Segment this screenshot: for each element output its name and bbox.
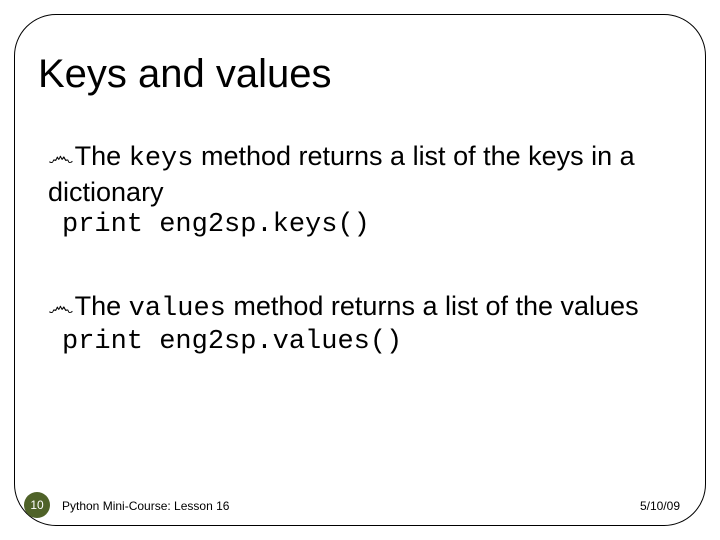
- inline-code: keys: [129, 144, 194, 174]
- bullet-item: ෴The values method returns a list of the…: [48, 290, 678, 359]
- slide-body: ෴The keys method returns a list of the k…: [48, 140, 678, 407]
- footer-date: 5/10/09: [640, 499, 680, 513]
- text-pre: The: [75, 291, 129, 321]
- bullet-icon: ෴: [48, 140, 74, 173]
- footer-course: Python Mini-Course: Lesson 16: [62, 499, 229, 513]
- text-post: method returns a list of the values: [226, 291, 639, 321]
- code-line: print eng2sp.values(): [48, 326, 678, 359]
- page-number-badge: 10: [24, 492, 50, 518]
- text-pre: The: [75, 141, 129, 171]
- code-line: print eng2sp.keys(): [48, 209, 678, 242]
- inline-code: values: [129, 294, 226, 324]
- footer: 10 Python Mini-Course: Lesson 16 5/10/09: [0, 492, 720, 518]
- slide: Keys and values ෴The keys method returns…: [0, 0, 720, 540]
- bullet-icon: ෴: [48, 290, 74, 323]
- slide-title: Keys and values: [38, 52, 332, 97]
- bullet-item: ෴The keys method returns a list of the k…: [48, 140, 678, 242]
